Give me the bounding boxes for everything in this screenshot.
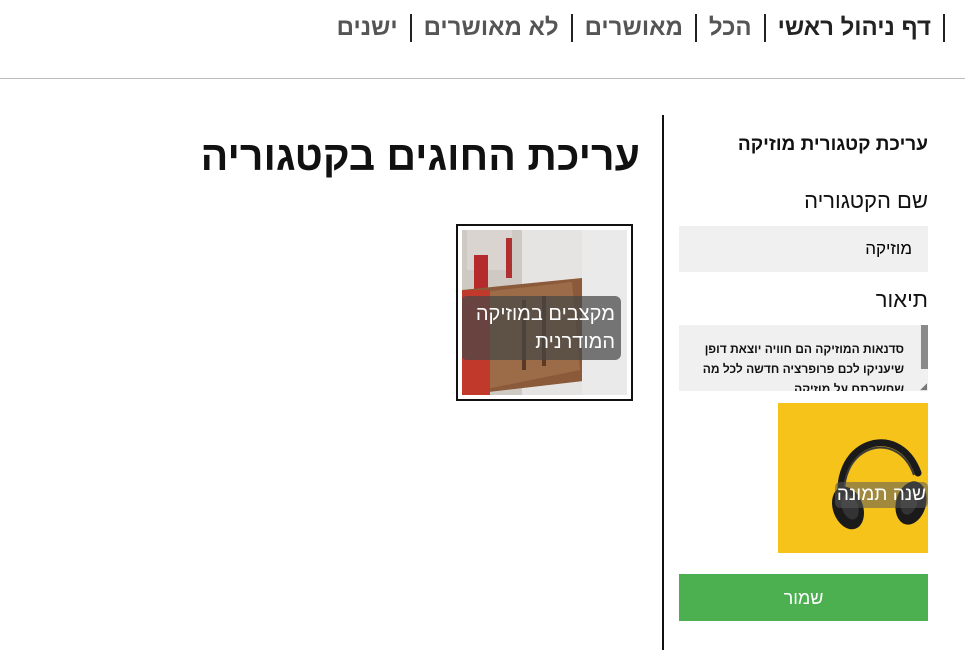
change-image-label: שנה תמונה — [834, 482, 928, 508]
course-card[interactable]: מקצבים במוזיקה המודרנית — [456, 224, 633, 401]
course-card-image: מקצבים במוזיקה המודרנית — [462, 230, 627, 395]
category-name-input[interactable] — [679, 226, 928, 272]
save-button[interactable]: שמור — [679, 574, 928, 621]
nav-link-not-approved[interactable]: לא מאושרים — [412, 14, 573, 42]
nav-link-old[interactable]: ישנים — [337, 14, 412, 42]
top-navigation: דף ניהול ראשי הכל מאושרים לא מאושרים ישנ… — [0, 0, 965, 79]
category-image[interactable]: שנה תמונה — [778, 403, 928, 553]
course-card-caption: מקצבים במוזיקה המודרנית — [462, 296, 621, 360]
headphones-image — [778, 403, 928, 553]
description-text: סדנאות המוזיקה הם חוויה יוצאת דופן שיעני… — [702, 342, 904, 391]
form-title: עריכת קטגורית מוזיקה — [737, 134, 928, 155]
textarea-scrollbar[interactable] — [921, 325, 928, 369]
nav-list: דף ניהול ראשי הכל מאושרים לא מאושרים ישנ… — [337, 14, 945, 42]
description-textarea[interactable]: סדנאות המוזיקה הם חוויה יוצאת דופן שיעני… — [679, 325, 928, 391]
category-name-label: שם הקטגוריה — [804, 188, 928, 213]
resize-grip-icon[interactable]: ◢ — [920, 381, 927, 391]
nav-link-admin-home[interactable]: דף ניהול ראשי — [766, 14, 945, 42]
description-label: תיאור — [875, 287, 928, 312]
vertical-divider — [662, 115, 664, 650]
page-title: עריכת החוגים בקטגוריה — [200, 133, 640, 179]
nav-link-all[interactable]: הכל — [697, 14, 766, 42]
nav-link-approved[interactable]: מאושרים — [573, 14, 697, 42]
